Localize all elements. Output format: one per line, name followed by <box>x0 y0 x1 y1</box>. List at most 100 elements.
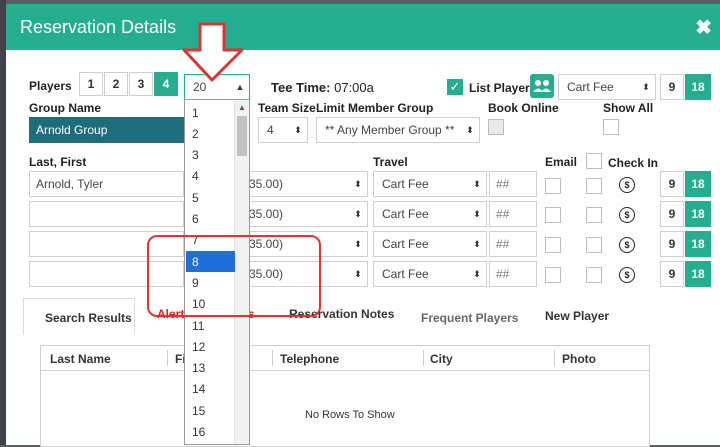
email-checkbox[interactable] <box>545 207 561 223</box>
row-holes-9-button[interactable]: 9 <box>660 171 684 197</box>
list-players-checkbox[interactable]: ✓ <box>447 79 463 95</box>
chevron-updown-icon: ⬍ <box>473 238 481 249</box>
email-column-header: Email <box>545 155 578 169</box>
player-name-input[interactable]: Arnold, Tyler <box>29 171 184 197</box>
tab-frequent-players[interactable]: Frequent Players <box>421 311 518 325</box>
dropdown-option[interactable]: 15 <box>186 400 235 421</box>
tee-time-value: 07:00a <box>334 80 374 95</box>
show-all-checkbox[interactable] <box>603 119 619 135</box>
holes-18-button[interactable]: 18 <box>685 74 711 100</box>
rate-select-value: 35.00) <box>249 177 284 191</box>
travel-column-header: Travel <box>373 155 408 169</box>
book-online-label: Book Online <box>488 101 559 115</box>
travel-select[interactable]: Cart Fee ⬍ <box>373 171 487 197</box>
close-icon[interactable]: ✖ <box>695 15 712 40</box>
row-holes-9-button[interactable]: 9 <box>660 231 684 257</box>
column-telephone[interactable]: Telephone <box>280 352 339 366</box>
dropdown-option[interactable]: 12 <box>186 336 235 357</box>
travel-select-value: Cart Fee <box>382 207 429 221</box>
grid-header: Last Name Fi Telephone City Photo <box>41 346 649 371</box>
fee-select[interactable]: Cart Fee ⬍ <box>558 74 656 100</box>
column-last-name[interactable]: Last Name <box>50 352 111 366</box>
player-count-2-button[interactable]: 2 <box>104 72 128 96</box>
tab-new-player[interactable]: New Player <box>545 309 609 323</box>
check-all-checkbox[interactable] <box>586 153 602 169</box>
book-online-checkbox[interactable] <box>488 119 504 135</box>
row-holes-18-button[interactable]: 18 <box>685 231 711 257</box>
dropdown-option[interactable]: 5 <box>186 187 235 208</box>
column-separator <box>423 350 424 366</box>
group-name-input[interactable]: Arnold Group <box>29 117 187 143</box>
dollar-circle-icon[interactable]: $ <box>619 237 635 253</box>
dropdown-scrollbar-thumb[interactable] <box>237 116 247 156</box>
team-size-select[interactable]: 4 ⬍ <box>258 117 308 143</box>
dropdown-option[interactable]: 16 <box>186 422 235 443</box>
amount-input[interactable]: ## <box>489 231 537 257</box>
travel-select-value: Cart Fee <box>382 237 429 251</box>
check-in-checkbox[interactable] <box>586 267 602 283</box>
travel-select[interactable]: Cart Fee ⬍ <box>373 231 487 257</box>
dropdown-option[interactable]: 11 <box>186 315 235 336</box>
dropdown-option[interactable]: 14 <box>186 379 235 400</box>
tee-time-label-text: Tee Time: <box>271 80 331 95</box>
row-holes-18-button[interactable]: 18 <box>685 171 711 197</box>
group-icon[interactable] <box>530 74 554 98</box>
check-in-checkbox[interactable] <box>586 207 602 223</box>
group-icon-svg <box>533 80 551 92</box>
dropdown-option[interactable]: 4 <box>186 166 235 187</box>
chevron-updown-icon: ⬍ <box>642 81 650 92</box>
rate-select[interactable]: 35.00) ⬍ <box>240 171 368 197</box>
limit-member-group-label: Limit Member Group <box>316 101 434 115</box>
player-count-4-button[interactable]: 4 <box>154 72 178 96</box>
dollar-circle-icon[interactable]: $ <box>619 207 635 223</box>
rate-select[interactable]: 35.00) ⬍ <box>240 201 368 227</box>
holes-9-button[interactable]: 9 <box>660 74 684 100</box>
dollar-circle-icon[interactable]: $ <box>619 177 635 193</box>
chevron-updown-icon: ⬍ <box>354 268 362 279</box>
email-checkbox[interactable] <box>545 237 561 253</box>
chevron-updown-icon: ⬍ <box>354 238 362 249</box>
row-holes-9-button[interactable]: 9 <box>660 201 684 227</box>
column-separator <box>272 350 273 366</box>
row-holes-18-button[interactable]: 18 <box>685 261 711 287</box>
chevron-updown-icon: ⬍ <box>354 208 362 219</box>
tab-search-results[interactable]: Search Results <box>45 311 132 325</box>
player-name-input[interactable] <box>29 201 184 227</box>
check-in-checkbox[interactable] <box>586 178 602 194</box>
scroll-up-arrow-icon[interactable]: ▲ <box>238 103 246 112</box>
column-photo[interactable]: Photo <box>562 352 596 366</box>
dollar-circle-icon[interactable]: $ <box>619 267 635 283</box>
player-count-1-button[interactable]: 1 <box>79 72 103 96</box>
dropdown-option[interactable]: 13 <box>186 358 235 379</box>
row-holes-18-button[interactable]: 18 <box>685 201 711 227</box>
chevron-updown-icon: ⬍ <box>473 208 481 219</box>
email-checkbox[interactable] <box>545 178 561 194</box>
row-holes-9-button[interactable]: 9 <box>660 261 684 287</box>
travel-select[interactable]: Cart Fee ⬍ <box>373 201 487 227</box>
highlight-annotation-box <box>147 235 321 317</box>
travel-select[interactable]: Cart Fee ⬍ <box>373 261 487 287</box>
dropdown-option[interactable]: 2 <box>186 123 235 144</box>
amount-input[interactable]: ## <box>489 201 537 227</box>
travel-select-value: Cart Fee <box>382 267 429 281</box>
email-checkbox[interactable] <box>545 267 561 283</box>
column-city[interactable]: City <box>430 352 453 366</box>
chevron-updown-icon: ⬍ <box>294 124 302 135</box>
column-separator <box>167 350 168 366</box>
player-count-3-button[interactable]: 3 <box>129 72 153 96</box>
modal-header: Reservation Details ✖ <box>6 4 720 50</box>
amount-input[interactable]: ## <box>489 171 537 197</box>
limit-member-group-select[interactable]: ** Any Member Group ** ⬍ <box>316 117 480 143</box>
team-size-label: Team Size <box>258 101 316 115</box>
amount-input[interactable]: ## <box>489 261 537 287</box>
dropdown-option[interactable]: 1 <box>186 102 235 123</box>
chevron-updown-icon: ▲ <box>235 82 245 92</box>
chevron-updown-icon: ⬍ <box>466 124 474 135</box>
check-in-checkbox[interactable] <box>586 237 602 253</box>
dropdown-option[interactable]: 3 <box>186 145 235 166</box>
name-column-header: Last, First <box>29 155 87 169</box>
show-all-label: Show All <box>603 101 654 115</box>
chevron-updown-icon: ⬍ <box>473 178 481 189</box>
dropdown-option[interactable]: 6 <box>186 209 235 230</box>
rate-select-value: 35.00) <box>249 207 284 221</box>
